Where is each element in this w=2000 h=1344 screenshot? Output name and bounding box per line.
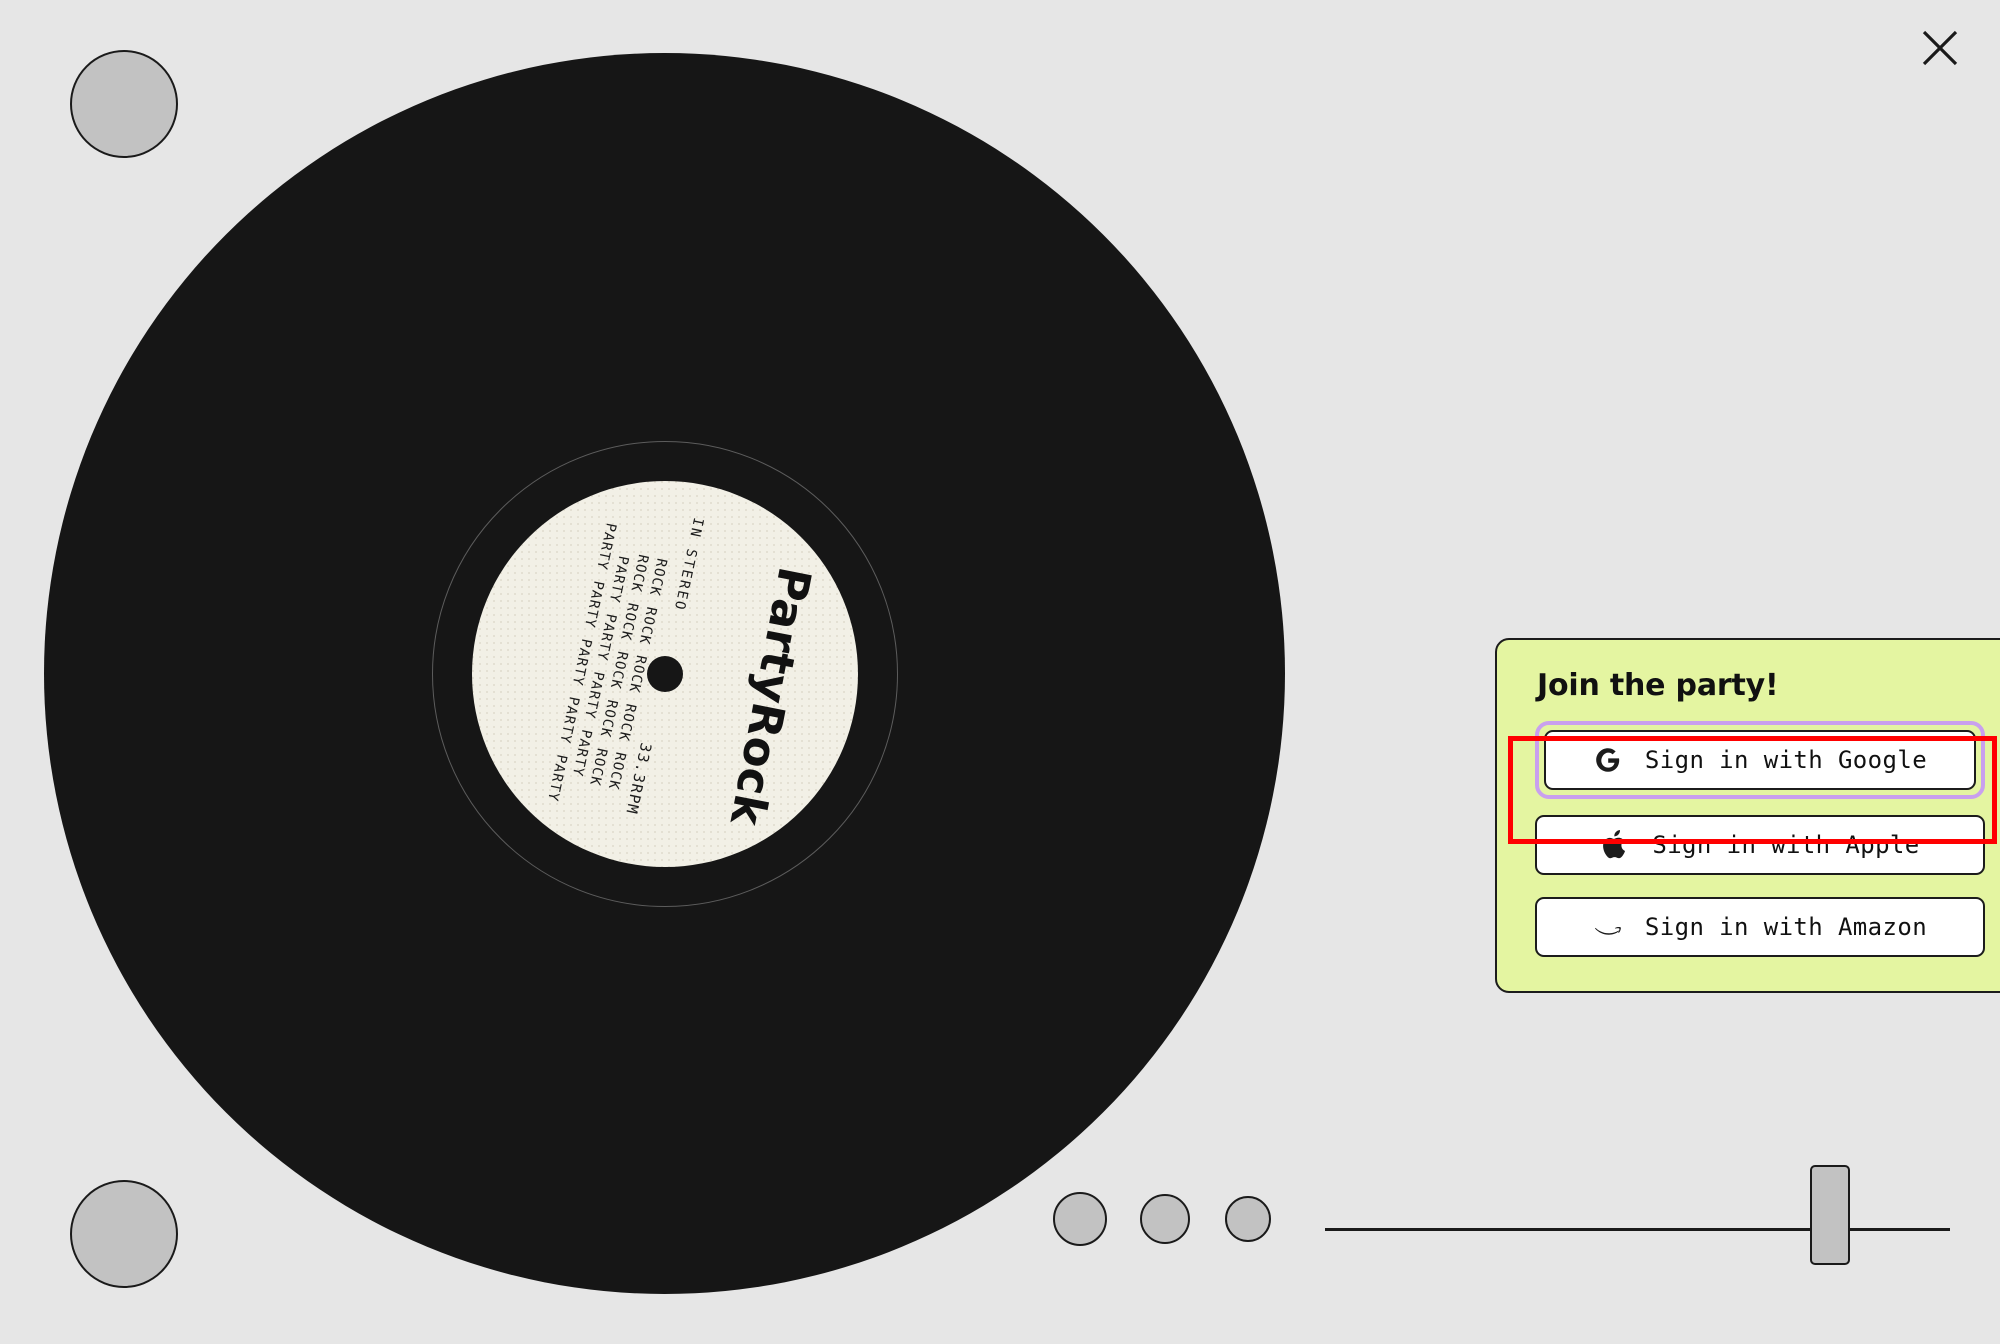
amazon-smile-icon (1593, 912, 1623, 942)
google-button-focus-ring: Sign in with Google (1535, 721, 1985, 799)
vinyl-record[interactable]: PartyRock IN STEREO 33.3RPM ROCK ROCK ROCK… (44, 53, 1285, 1294)
sign-in-with-google-button[interactable]: Sign in with Google (1544, 730, 1976, 790)
turntable-plinth: PartyRock IN STEREO 33.3RPM ROCK ROCK ROCK… (0, 0, 2000, 1344)
pitch-slider-handle[interactable] (1810, 1165, 1850, 1265)
record-label: PartyRock IN STEREO 33.3RPM ROCK ROCK ROCK… (471, 480, 858, 867)
panel-title: Join the party! (1537, 668, 1779, 703)
sign-in-with-amazon-button[interactable]: Sign in with Amazon (1535, 897, 1985, 957)
sign-in-with-apple-label: Sign in with Apple (1652, 831, 1920, 859)
close-icon (1922, 30, 1958, 66)
apple-logo-icon (1600, 830, 1630, 860)
close-button[interactable] (1910, 18, 1970, 78)
transport-button-2[interactable] (1140, 1194, 1190, 1244)
record-label-brand: PartyRock (719, 562, 822, 830)
google-g-icon (1593, 745, 1623, 775)
sign-in-with-apple-button[interactable]: Sign in with Apple (1535, 815, 1985, 875)
signin-panel: Join the party! Sign in with Google Sign… (1495, 638, 2000, 993)
spindle-hole (646, 655, 683, 692)
sign-in-with-google-label: Sign in with Google (1644, 746, 1928, 774)
transport-button-3[interactable] (1225, 1196, 1271, 1242)
transport-button-1[interactable] (1053, 1192, 1107, 1246)
sign-in-with-amazon-label: Sign in with Amazon (1644, 913, 1928, 941)
record-label-stereo-mark: IN STEREO (670, 515, 706, 613)
pitch-slider-track[interactable] (1325, 1228, 1950, 1231)
